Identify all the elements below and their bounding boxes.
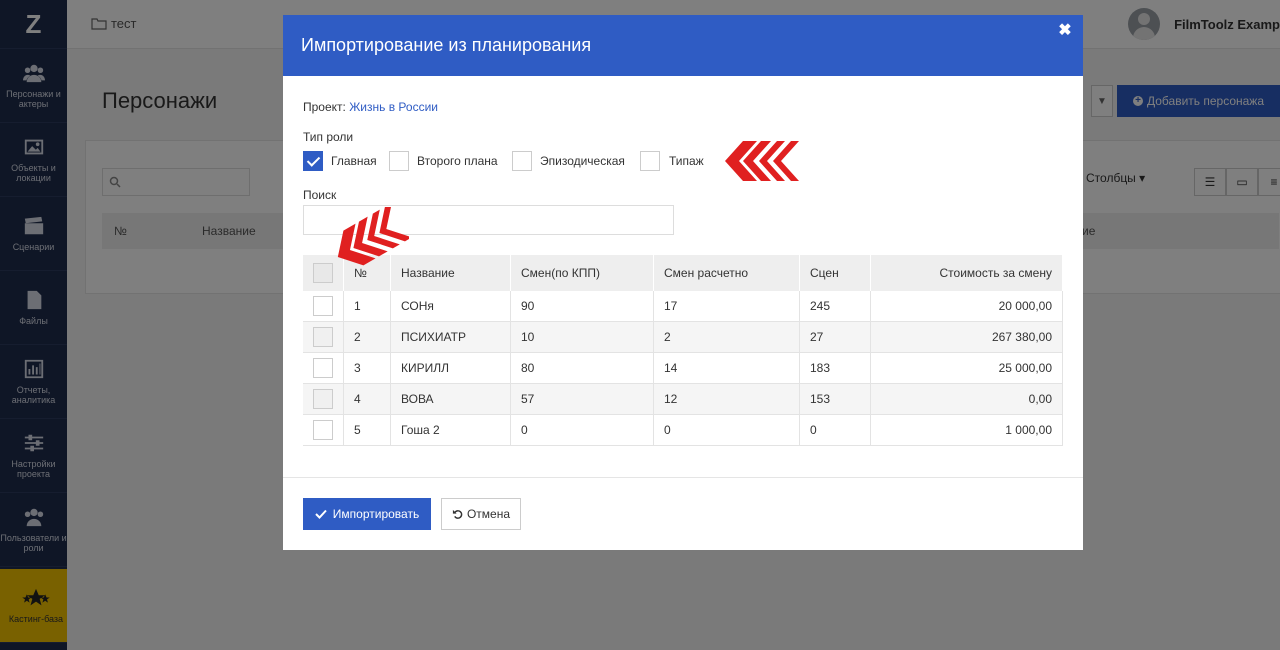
cell-number: 2 (343, 321, 391, 353)
table-row: 3 КИРИЛЛ 80 14 183 25 000,00 (303, 352, 1063, 384)
cell-number: 3 (343, 352, 391, 384)
cell-number: 5 (343, 414, 391, 446)
cell-name: ВОВА (390, 383, 511, 415)
cell-scenes: 0 (799, 414, 871, 446)
role-main-checkbox[interactable] (303, 151, 323, 171)
close-icon: ✖ (1058, 22, 1072, 39)
cell-shifts-calc: 12 (653, 383, 800, 415)
table-row: 1 СОНя 90 17 245 20 000,00 (303, 291, 1063, 322)
role-secondary-checkbox[interactable] (389, 151, 409, 171)
role-episodic-label: Эпизодическая (540, 154, 625, 168)
import-modal: Импортирование из планирования ✖ Проект:… (283, 15, 1083, 550)
characters-import-table: № Название Смен(по КПП) Смен расчетно Сц… (303, 255, 1063, 446)
cell-cost: 1 000,00 (870, 414, 1063, 446)
role-type-label-text: Типаж (669, 154, 704, 168)
cell-cost: 267 380,00 (870, 321, 1063, 353)
check-icon (315, 509, 327, 519)
cell-number: 1 (343, 291, 391, 322)
cell-name: ПСИХИАТР (390, 321, 511, 353)
cell-shifts-kpp: 0 (510, 414, 654, 446)
row-select-cell (303, 352, 344, 384)
modal-footer-divider (283, 477, 1083, 478)
row-checkbox[interactable] (313, 327, 333, 347)
header-shifts-kpp[interactable]: Смен(по КПП) (510, 255, 654, 291)
cell-scenes: 27 (799, 321, 871, 353)
row-select-cell (303, 383, 344, 415)
project-row: Проект: Жизнь в России (303, 100, 438, 114)
close-button[interactable]: ✖ (1057, 23, 1073, 39)
cell-shifts-kpp: 10 (510, 321, 654, 353)
header-cost-per-shift[interactable]: Стоимость за смену (870, 255, 1063, 291)
import-button[interactable]: Импортировать (303, 498, 431, 530)
table-row: 4 ВОВА 57 12 153 0,00 (303, 383, 1063, 415)
cell-name: КИРИЛЛ (390, 352, 511, 384)
cell-shifts-kpp: 57 (510, 383, 654, 415)
role-main-label: Главная (331, 154, 377, 168)
project-link[interactable]: Жизнь в России (349, 100, 438, 114)
row-checkbox[interactable] (313, 389, 333, 409)
cell-shifts-kpp: 80 (510, 352, 654, 384)
cell-shifts-calc: 2 (653, 321, 800, 353)
modal-header: Импортирование из планирования ✖ (283, 15, 1083, 76)
project-label: Проект: (303, 100, 346, 114)
role-secondary-label: Второго плана (417, 154, 498, 168)
row-select-cell (303, 291, 344, 322)
undo-icon (452, 509, 463, 519)
role-episodic-checkbox[interactable] (512, 151, 532, 171)
row-checkbox[interactable] (313, 420, 333, 440)
cell-name: Гоша 2 (390, 414, 511, 446)
table-row: 2 ПСИХИАТР 10 2 27 267 380,00 (303, 321, 1063, 353)
modal-title: Импортирование из планирования (301, 35, 592, 55)
header-shifts-calc[interactable]: Смен расчетно (653, 255, 800, 291)
cell-shifts-kpp: 90 (510, 291, 654, 322)
table-row: 5 Гоша 2 0 0 0 1 000,00 (303, 414, 1063, 446)
role-type-label: Тип роли (303, 130, 354, 144)
role-type-checkbox[interactable] (640, 151, 660, 171)
header-scenes[interactable]: Сцен (799, 255, 871, 291)
cell-shifts-calc: 14 (653, 352, 800, 384)
cell-scenes: 183 (799, 352, 871, 384)
cancel-button-label: Отмена (466, 507, 511, 521)
cell-scenes: 245 (799, 291, 871, 322)
search-label: Поиск (303, 188, 337, 202)
row-select-cell (303, 321, 344, 353)
cell-name: СОНя (390, 291, 511, 322)
table-header-row: № Название Смен(по КПП) Смен расчетно Сц… (303, 255, 1063, 291)
cancel-button[interactable]: Отмена (441, 498, 521, 530)
import-button-label: Импортировать (332, 507, 420, 521)
row-select-cell (303, 414, 344, 446)
cell-number: 4 (343, 383, 391, 415)
cell-shifts-calc: 17 (653, 291, 800, 322)
row-checkbox[interactable] (313, 296, 333, 316)
cell-shifts-calc: 0 (653, 414, 800, 446)
annotation-arrows-select-all (337, 207, 409, 266)
cell-cost: 0,00 (870, 383, 1063, 415)
cell-cost: 25 000,00 (870, 352, 1063, 384)
cell-cost: 20 000,00 (870, 291, 1063, 322)
row-checkbox[interactable] (313, 358, 333, 378)
cell-scenes: 153 (799, 383, 871, 415)
annotation-arrows-roles (725, 141, 799, 181)
